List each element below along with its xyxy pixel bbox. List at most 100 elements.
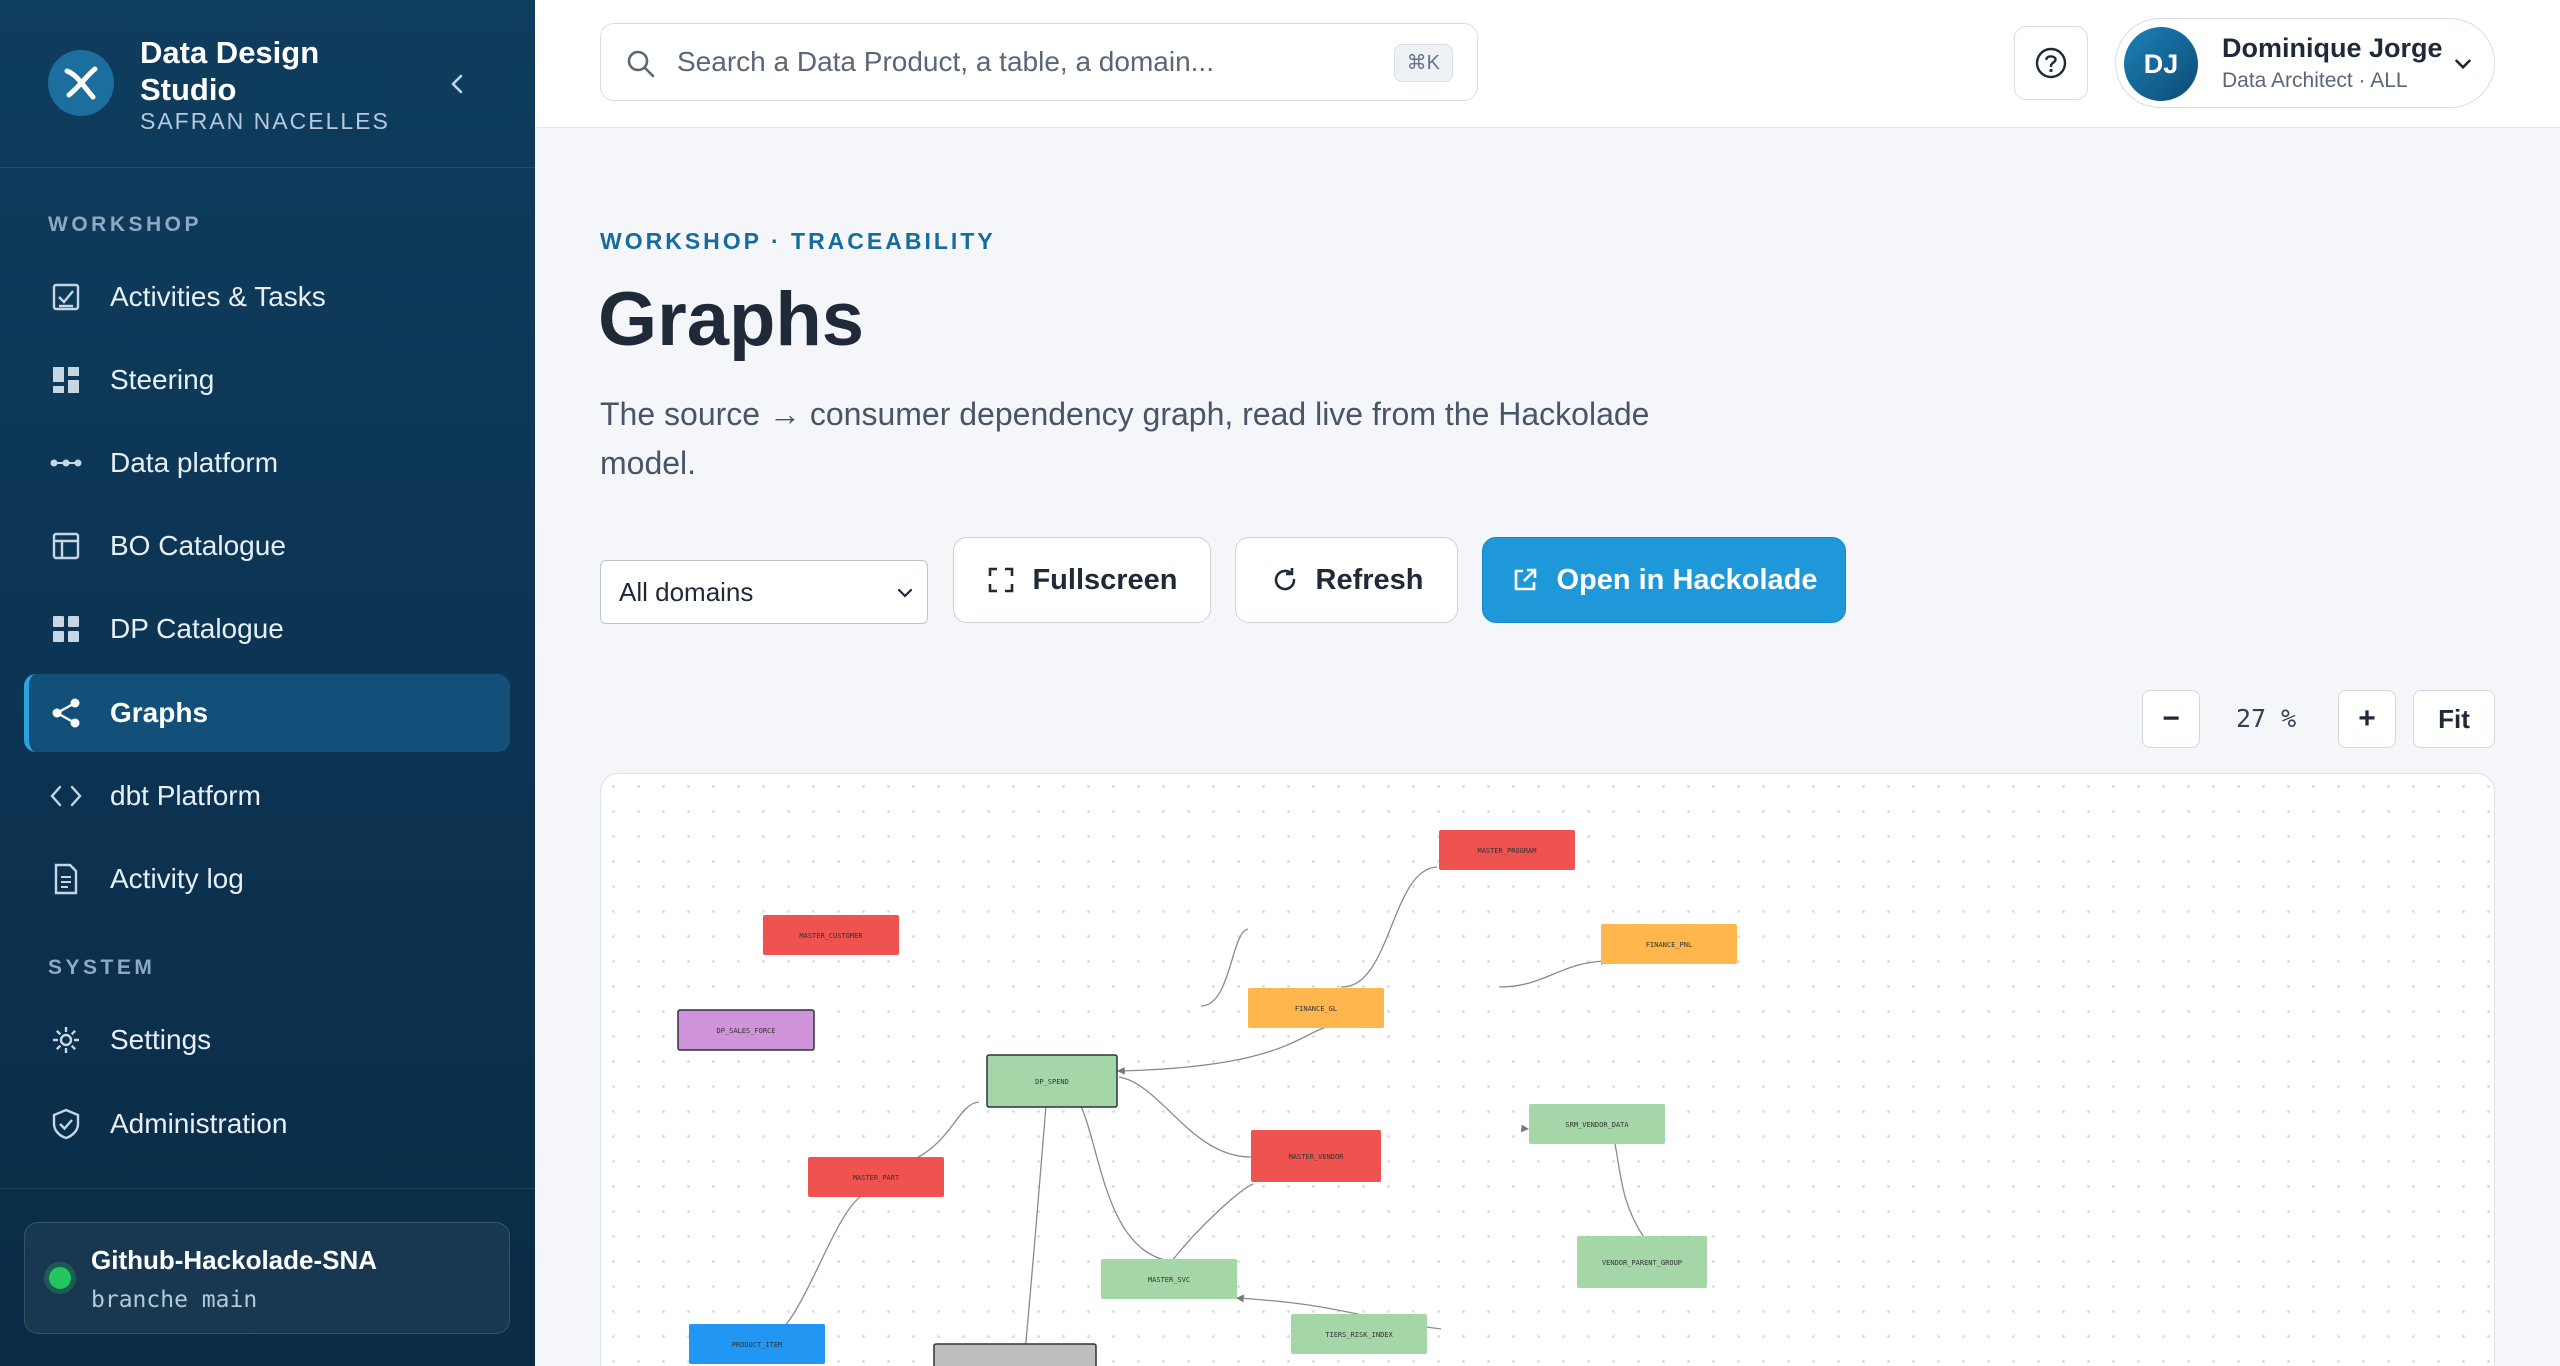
avatar: DJ — [2124, 27, 2198, 101]
search-input[interactable] — [677, 42, 1357, 82]
user-role: Data Architect · ALL — [2222, 69, 2408, 92]
search-box[interactable]: ⌘K — [600, 23, 1478, 101]
graph-node[interactable]: MASTER_VENDOR — [1251, 1130, 1381, 1182]
shortcut-badge: ⌘K — [1393, 44, 1453, 82]
help-button[interactable] — [2014, 26, 2088, 100]
share-icon — [48, 695, 84, 731]
sidebar-divider — [0, 1188, 535, 1189]
graph-node-box — [933, 1343, 1097, 1366]
graph-node-label: MASTER_PROGRAM — [1477, 847, 1536, 855]
repo-branch: branche main — [91, 1287, 258, 1313]
search-icon — [627, 50, 655, 78]
graph-node-label: DP_SPEND — [1035, 1078, 1069, 1086]
graph-node[interactable]: SRM_VENDOR_DATA — [1529, 1104, 1665, 1144]
brand-logo-icon — [48, 50, 114, 116]
page-description: The source → consumer dependency graph, … — [600, 396, 1650, 481]
sidebar-item-label: Steering — [110, 364, 215, 395]
sidebar-item-label: dbt Platform — [110, 780, 261, 811]
open-in-hackolade-button[interactable]: Open in Hackolade — [1482, 537, 1846, 623]
external-link-icon — [1510, 565, 1540, 595]
repo-name: Github-Hackolade-SNA — [91, 1245, 378, 1275]
grid-icon — [48, 611, 84, 647]
sidebar-item-label: Activities & Tasks — [110, 281, 326, 312]
sidebar-item-bo-catalogue[interactable]: BO Catalogue — [24, 507, 510, 585]
zoom-out-button[interactable]: − — [2142, 690, 2200, 748]
sidebar-item-activity-log[interactable]: Activity log — [24, 840, 510, 918]
gear-icon — [48, 1022, 84, 1058]
graph-node[interactable]: FINANCE_PNL — [1601, 924, 1737, 964]
graph-node-label: MASTER_PART — [853, 1174, 900, 1182]
user-name: Dominique Jorge — [2222, 33, 2443, 63]
sidebar-item-label: Activity log — [110, 863, 244, 894]
graph-canvas[interactable]: MASTER_PROGRAM FINANCE_PNL FINANCE_GL MASTE… — [600, 773, 2495, 1366]
sidebar: Data Design Studio SAFRAN NACELLES WORKS… — [0, 0, 535, 1366]
graph-node[interactable]: TIERS_RISK_INDEX — [1291, 1314, 1427, 1354]
graph-node[interactable]: MASTER_SVC — [1101, 1259, 1237, 1299]
open-in-hackolade-label: Open in Hackolade — [1556, 563, 1818, 596]
chevron-down-icon — [897, 588, 913, 598]
sidebar-item-administration[interactable]: Administration — [24, 1085, 510, 1163]
sidebar-item-data-platform[interactable]: Data platform — [24, 424, 510, 502]
sidebar-item-steering[interactable]: Steering — [24, 341, 510, 419]
graph-node[interactable]: DP_SPEND — [986, 1054, 1118, 1108]
graph-node-label: TIERS_RISK_INDEX — [1325, 1331, 1393, 1339]
fullscreen-label: Fullscreen — [1032, 563, 1178, 596]
breadcrumb: WORKSHOP · TRACEABILITY — [600, 228, 996, 254]
checklist-icon — [48, 279, 84, 315]
graph-node[interactable]: VENDOR_PARENT_GROUP — [1577, 1236, 1707, 1288]
sidebar-item-label: Data platform — [110, 447, 279, 478]
graph-node[interactable]: FINANCE_GL — [1248, 988, 1384, 1028]
repo-status-card[interactable]: Github-Hackolade-SNA branche main — [24, 1222, 510, 1334]
user-menu[interactable]: DJ Dominique Jorge Data Architect · ALL — [2115, 18, 2495, 108]
graph-node-label: SRM_VENDOR_DATA — [1565, 1121, 1629, 1129]
graph-node-label: VENDOR_PARENT_GROUP — [1602, 1259, 1682, 1267]
pipeline-icon — [48, 445, 84, 481]
refresh-icon — [1270, 565, 1300, 595]
brand-subtitle: SAFRAN NACELLES — [140, 108, 390, 134]
chevron-left-icon — [451, 74, 463, 94]
sidebar-item-activities[interactable]: Activities & Tasks — [24, 258, 510, 336]
graph-node-label: PRODUCT_ITEM — [732, 1341, 783, 1349]
topbar: ⌘K DJ Dominique Jorge Data Architect · A… — [535, 0, 2560, 128]
graph-nodes: MASTER_PROGRAM FINANCE_PNL FINANCE_GL MASTE… — [677, 830, 1737, 1366]
graph-node-label: MASTER_CUSTOMER — [799, 932, 863, 940]
graph-node-label: FINANCE_GL — [1295, 1005, 1337, 1013]
graph-node[interactable]: MASTER_PART — [808, 1157, 944, 1197]
document-icon — [48, 861, 84, 897]
graph-node-label: MASTER_VENDOR — [1289, 1153, 1345, 1161]
graph-node[interactable] — [933, 1343, 1097, 1366]
graph-node-label: FINANCE_PNL — [1646, 941, 1692, 949]
graph-node[interactable]: PRODUCT_ITEM — [689, 1324, 825, 1364]
help-icon — [2035, 47, 2067, 79]
fullscreen-button[interactable]: Fullscreen — [953, 537, 1211, 623]
sidebar-item-label: BO Catalogue — [110, 530, 286, 561]
dashboard-icon — [48, 362, 84, 398]
fullscreen-icon — [986, 565, 1016, 595]
sidebar-item-label: Graphs — [110, 697, 209, 728]
collapse-sidebar-button[interactable] — [440, 66, 476, 102]
refresh-button[interactable]: Refresh — [1235, 537, 1458, 623]
graph-node[interactable]: MASTER_CUSTOMER — [763, 915, 899, 955]
sidebar-item-label: Administration — [110, 1108, 288, 1139]
sidebar-item-graphs[interactable]: Graphs — [24, 674, 510, 752]
sidebar-item-dp-catalogue[interactable]: DP Catalogue — [24, 590, 510, 668]
sidebar-item-settings[interactable]: Settings — [24, 1001, 510, 1079]
zoom-level: 27 % — [2236, 704, 2297, 733]
domain-select[interactable]: All domains — [600, 560, 928, 624]
dependency-graph[interactable]: MASTER_PROGRAM FINANCE_PNL FINANCE_GL MASTE… — [601, 774, 2495, 1366]
status-dot-icon — [49, 1267, 71, 1289]
brand-header: Data Design Studio SAFRAN NACELLES — [0, 0, 535, 168]
graph-node[interactable]: MASTER_PROGRAM — [1439, 830, 1575, 870]
zoom-in-button[interactable]: + — [2338, 690, 2396, 748]
graph-node[interactable]: DP_SALES_FORCE — [677, 1009, 815, 1051]
sidebar-item-dbt-platform[interactable]: dbt Platform — [24, 757, 510, 835]
shield-icon — [48, 1106, 84, 1142]
chevron-down-icon — [2455, 59, 2471, 70]
sidebar-item-label: DP Catalogue — [110, 613, 284, 644]
sidebar-item-label: Settings — [110, 1024, 212, 1055]
refresh-label: Refresh — [1315, 563, 1424, 596]
section-label-system: SYSTEM — [48, 956, 156, 979]
zoom-fit-button[interactable]: Fit — [2413, 690, 2495, 748]
graph-node-label: MASTER_SVC — [1148, 1276, 1190, 1284]
layout-icon — [48, 528, 84, 564]
